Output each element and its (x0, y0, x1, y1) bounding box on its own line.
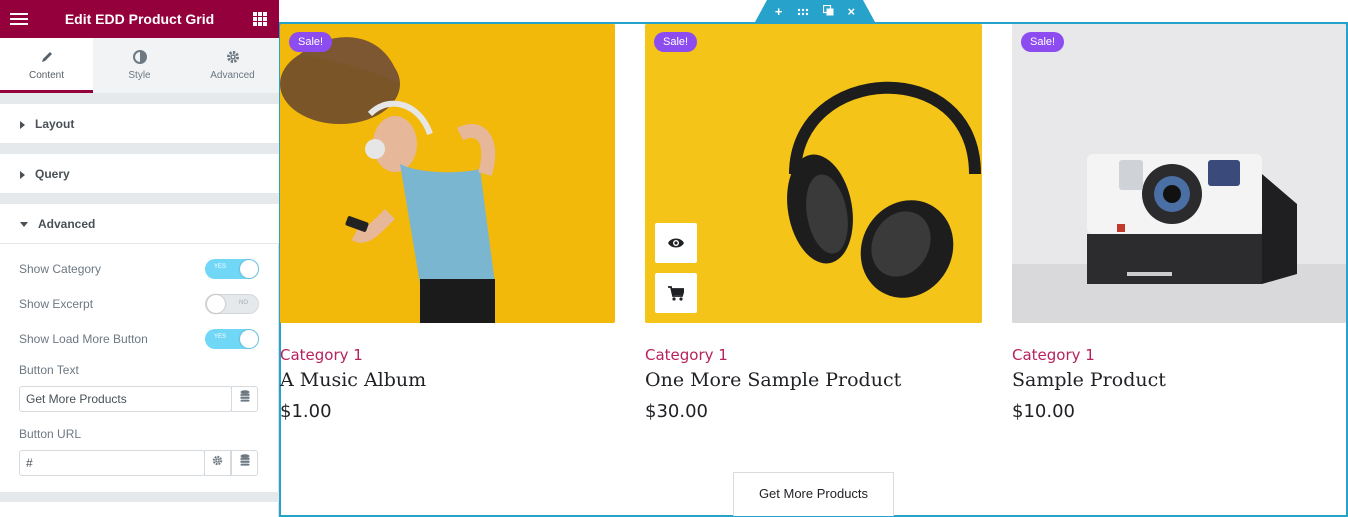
section-advanced[interactable]: Advanced (0, 204, 279, 244)
editor-sidebar: Edit EDD Product Grid Content Style Adva… (0, 0, 279, 517)
database-icon (240, 454, 249, 466)
section-gap (0, 94, 279, 104)
show-excerpt-label: Show Excerpt (19, 297, 94, 311)
widgets-grid-icon[interactable] (253, 12, 267, 26)
section-layout[interactable]: Layout (0, 104, 279, 144)
half-circle-icon (93, 50, 186, 68)
sidebar-title: Edit EDD Product Grid (64, 11, 215, 27)
cart-icon (668, 285, 684, 301)
tab-advanced-label: Advanced (210, 70, 255, 81)
link-options-button[interactable] (204, 450, 231, 476)
elementor-editor: Edit EDD Product Grid Content Style Adva… (0, 0, 1348, 517)
tab-content-label: Content (28, 70, 65, 81)
product-title[interactable]: Sample Product (1012, 369, 1166, 391)
product-category[interactable]: Category 1 (280, 346, 363, 364)
show-load-more-toggle[interactable]: YES (205, 329, 259, 349)
sidebar-header: Edit EDD Product Grid (0, 0, 279, 38)
sale-badge: Sale! (1021, 32, 1065, 52)
product-image[interactable]: Sale! (280, 24, 615, 323)
tab-style-label: Style (128, 70, 151, 81)
show-category-toggle[interactable]: YES (205, 259, 259, 279)
toggle-state: YES (214, 264, 227, 270)
product-card[interactable]: Sale! (645, 24, 982, 323)
toggle-knob (240, 330, 258, 348)
caret-down-icon (20, 222, 28, 228)
show-excerpt-toggle[interactable]: NO (205, 294, 259, 314)
button-url-label: Button URL (19, 427, 82, 441)
quick-view-button[interactable] (655, 223, 697, 263)
show-category-label: Show Category (19, 262, 102, 276)
section-gap (0, 492, 279, 502)
toggle-state: YES (214, 334, 227, 340)
section-gap (0, 194, 279, 204)
section-query-label: Query (35, 167, 70, 181)
sale-badge: Sale! (654, 32, 698, 52)
product-title[interactable]: A Music Album (280, 369, 426, 391)
add-section-icon[interactable]: + (775, 4, 783, 19)
dynamic-tags-button[interactable] (231, 386, 258, 412)
caret-right-icon (20, 170, 25, 179)
hamburger-menu-icon[interactable] (10, 10, 28, 28)
drag-handle-icon[interactable] (797, 4, 809, 19)
section-query[interactable]: Query (0, 154, 279, 194)
tab-content[interactable]: Content (0, 38, 93, 93)
product-title[interactable]: One More Sample Product (645, 369, 901, 391)
gear-icon (186, 50, 279, 68)
close-icon[interactable]: × (848, 4, 856, 19)
product-category[interactable]: Category 1 (1012, 346, 1095, 364)
toggle-knob (207, 295, 225, 313)
pencil-icon (0, 50, 93, 68)
section-gap (0, 144, 279, 154)
product-card[interactable]: Sale! (280, 24, 615, 323)
section-handle[interactable]: + × (755, 0, 875, 22)
toggle-state: NO (239, 300, 248, 306)
button-text-input[interactable]: Get More Products (19, 386, 232, 412)
product-price: $1.00 (280, 401, 332, 422)
load-more-button[interactable]: Get More Products (733, 472, 894, 516)
button-url-input[interactable]: # (19, 450, 205, 476)
product-image[interactable]: Sale! (645, 24, 982, 323)
dynamic-tags-button[interactable] (231, 450, 258, 476)
product-price: $30.00 (645, 401, 708, 422)
button-text-label: Button Text (19, 363, 79, 377)
show-load-more-label: Show Load More Button (19, 332, 148, 346)
tab-style[interactable]: Style (93, 38, 186, 93)
toggle-knob (240, 260, 258, 278)
sale-badge: Sale! (289, 32, 333, 52)
product-category[interactable]: Category 1 (645, 346, 728, 364)
caret-right-icon (20, 120, 25, 129)
duplicate-icon[interactable] (822, 4, 834, 19)
tab-advanced[interactable]: Advanced (186, 38, 279, 93)
section-layout-label: Layout (35, 117, 75, 131)
add-to-cart-button[interactable] (655, 273, 697, 313)
database-icon (240, 390, 249, 402)
product-image[interactable]: Sale! (1012, 24, 1346, 323)
eye-icon (668, 238, 684, 248)
panel-tabs: Content Style Advanced (0, 38, 279, 94)
product-card[interactable]: Sale! (1012, 24, 1346, 323)
section-advanced-label: Advanced (38, 217, 96, 231)
product-price: $10.00 (1012, 401, 1075, 422)
gear-icon (212, 455, 223, 466)
